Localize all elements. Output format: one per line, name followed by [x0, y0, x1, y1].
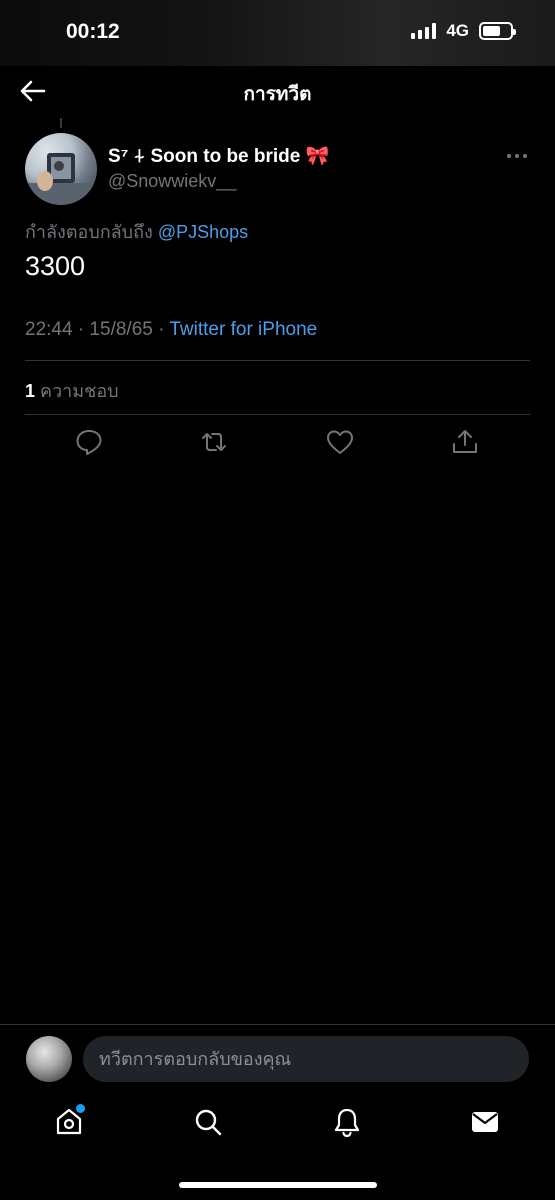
thread-connector: [60, 118, 62, 128]
search-icon[interactable]: [192, 1106, 224, 1138]
reply-input[interactable]: [83, 1036, 529, 1082]
display-name[interactable]: S⁷ ⍭ Soon to be bride 🎀: [108, 144, 329, 168]
likes-count[interactable]: 1 ความชอบ: [25, 376, 119, 405]
more-options-icon[interactable]: [506, 146, 528, 166]
status-indicators: 4G: [411, 21, 516, 41]
status-bar: 00:12 4G: [0, 0, 555, 66]
network-type: 4G: [446, 21, 469, 40]
like-icon[interactable]: [325, 427, 355, 457]
reply-mention-link[interactable]: @PJShops: [158, 222, 248, 242]
like-count-value: 1: [25, 381, 36, 401]
composer-avatar: [26, 1036, 72, 1082]
status-time: 00:12: [66, 20, 120, 43]
signal-icon: [411, 23, 437, 39]
like-count-label: ความชอบ: [40, 381, 119, 401]
header: การทวีต: [0, 66, 555, 116]
divider: [25, 414, 530, 415]
reply-prefix: กำลังตอบกลับถึง: [25, 222, 153, 242]
messages-icon[interactable]: [469, 1106, 501, 1138]
retweet-icon[interactable]: [199, 427, 229, 457]
notifications-icon[interactable]: [331, 1106, 363, 1138]
page-title: การทวีต: [243, 84, 312, 105]
reply-icon[interactable]: [74, 427, 104, 457]
tweet-timestamp[interactable]: 22:44 · 15/8/65 ·: [25, 319, 164, 340]
tweet-meta: 22:44 · 15/8/65 · Twitter for iPhone: [25, 319, 317, 341]
tweet-text: 3300: [25, 251, 86, 281]
reply-context: กำลังตอบกลับถึง @PJShops: [25, 217, 248, 246]
avatar[interactable]: [25, 133, 97, 205]
home-indicator[interactable]: [179, 1182, 377, 1188]
divider: [0, 1024, 555, 1025]
battery-icon: [479, 22, 516, 40]
avatar-photo: [25, 153, 97, 205]
share-icon[interactable]: [450, 427, 480, 457]
username[interactable]: @Snowwiekv__: [108, 171, 236, 192]
divider: [25, 360, 530, 361]
notification-dot: [76, 1104, 85, 1113]
tweet-source-link[interactable]: Twitter for iPhone: [169, 319, 317, 340]
